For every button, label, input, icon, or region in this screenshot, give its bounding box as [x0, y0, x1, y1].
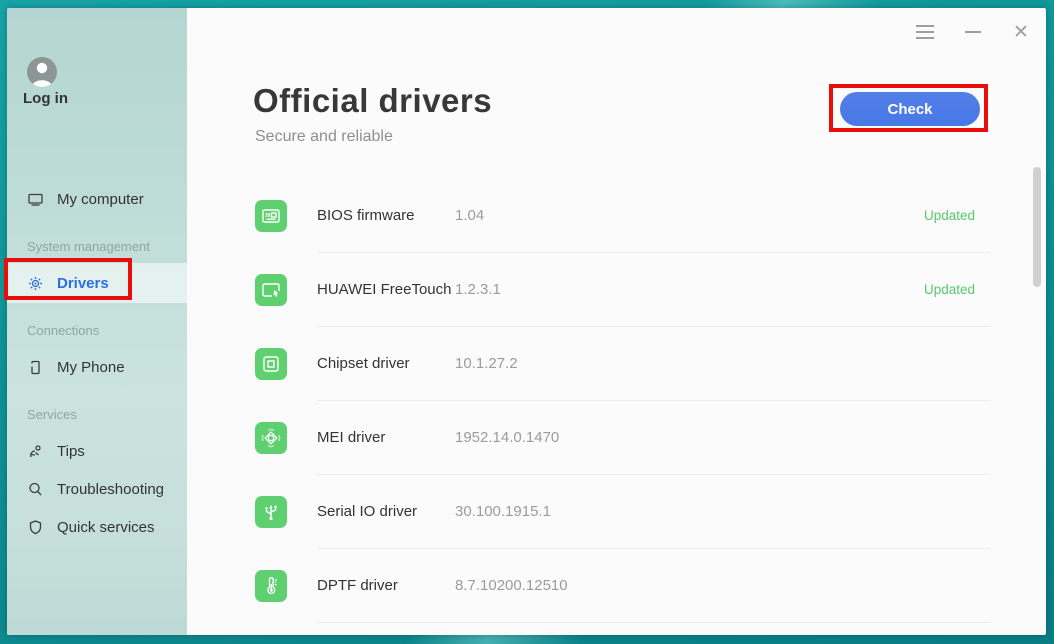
driver-status: Updated — [924, 253, 975, 327]
login-label[interactable]: Log in — [23, 90, 68, 107]
phone-icon — [27, 359, 44, 376]
usb-icon — [255, 496, 287, 528]
sidebar-item-my-phone[interactable]: My Phone — [27, 354, 125, 380]
page-subtitle: Secure and reliable — [255, 128, 393, 146]
driver-version: 1.2.3.1 — [455, 253, 501, 327]
scrollbar-thumb[interactable] — [1033, 167, 1041, 287]
sidebar-item-troubleshooting[interactable]: Troubleshooting — [27, 476, 164, 502]
chip-gear-icon — [27, 275, 44, 292]
person-icon — [27, 57, 57, 87]
sidebar-item-quick-services[interactable]: Quick services — [27, 514, 155, 540]
check-button[interactable]: Check — [840, 92, 980, 126]
sidebar-item-label: Quick services — [57, 519, 155, 536]
driver-name: MEI driver — [317, 401, 385, 475]
driver-status: Updated — [924, 179, 975, 253]
driver-row: DPTF driver 8.7.10200.12510 — [255, 549, 990, 623]
driver-name: HUAWEI FreeTouch — [317, 253, 451, 327]
user-avatar[interactable] — [27, 57, 57, 87]
driver-row: Chipset driver 10.1.27.2 — [255, 327, 990, 401]
sidebar-item-label: Troubleshooting — [57, 481, 164, 498]
sidebar-item-tips[interactable]: Tips — [27, 438, 85, 464]
app-window: Log in My computer System management — [7, 8, 1046, 635]
driver-version: 10.1.27.2 — [455, 327, 518, 401]
magnifier-icon — [27, 481, 44, 498]
driver-row: HUAWEI FreeTouch 1.2.3.1 Updated — [255, 253, 990, 327]
sidebar-item-label: Drivers — [57, 275, 109, 292]
sidebar-item-label: Tips — [57, 443, 85, 460]
sidebar: Log in My computer System management — [7, 8, 187, 635]
window-controls: ✕ — [914, 18, 1032, 46]
sidebar-item-my-computer[interactable]: My computer — [27, 186, 144, 212]
touchpad-icon — [255, 274, 287, 306]
driver-row: BIOS firmware 1.04 Updated — [255, 179, 990, 253]
driver-version: 1.04 — [455, 179, 484, 253]
thermometer-icon — [255, 570, 287, 602]
sidebar-item-label: My computer — [57, 191, 144, 208]
driver-version: 1952.14.0.1470 — [455, 401, 559, 475]
driver-row: Serial IO driver 30.100.1915.1 — [255, 475, 990, 549]
shield-icon — [27, 519, 44, 536]
sidebar-item-drivers[interactable]: Drivers — [27, 270, 109, 296]
computer-icon — [27, 191, 44, 208]
driver-name: BIOS firmware — [317, 179, 415, 253]
close-icon[interactable]: ✕ — [1010, 21, 1032, 43]
bios-icon — [255, 200, 287, 232]
mei-chip-icon — [255, 422, 287, 454]
chipset-icon — [255, 348, 287, 380]
sidebar-item-label: My Phone — [57, 359, 125, 376]
tips-icon — [27, 443, 44, 460]
driver-name: Chipset driver — [317, 327, 410, 401]
row-divider — [317, 622, 990, 623]
driver-row: MEI driver 1952.14.0.1470 — [255, 401, 990, 475]
sidebar-section-connections: Connections — [27, 323, 99, 338]
driver-name: DPTF driver — [317, 549, 398, 623]
minimize-icon[interactable] — [962, 21, 984, 43]
menu-icon[interactable] — [914, 21, 936, 43]
sidebar-section-services: Services — [27, 407, 77, 422]
driver-version: 30.100.1915.1 — [455, 475, 551, 549]
driver-name: Serial IO driver — [317, 475, 417, 549]
page-title: Official drivers — [253, 82, 492, 120]
driver-version: 8.7.10200.12510 — [455, 549, 568, 623]
sidebar-section-system-management: System management — [27, 239, 150, 254]
